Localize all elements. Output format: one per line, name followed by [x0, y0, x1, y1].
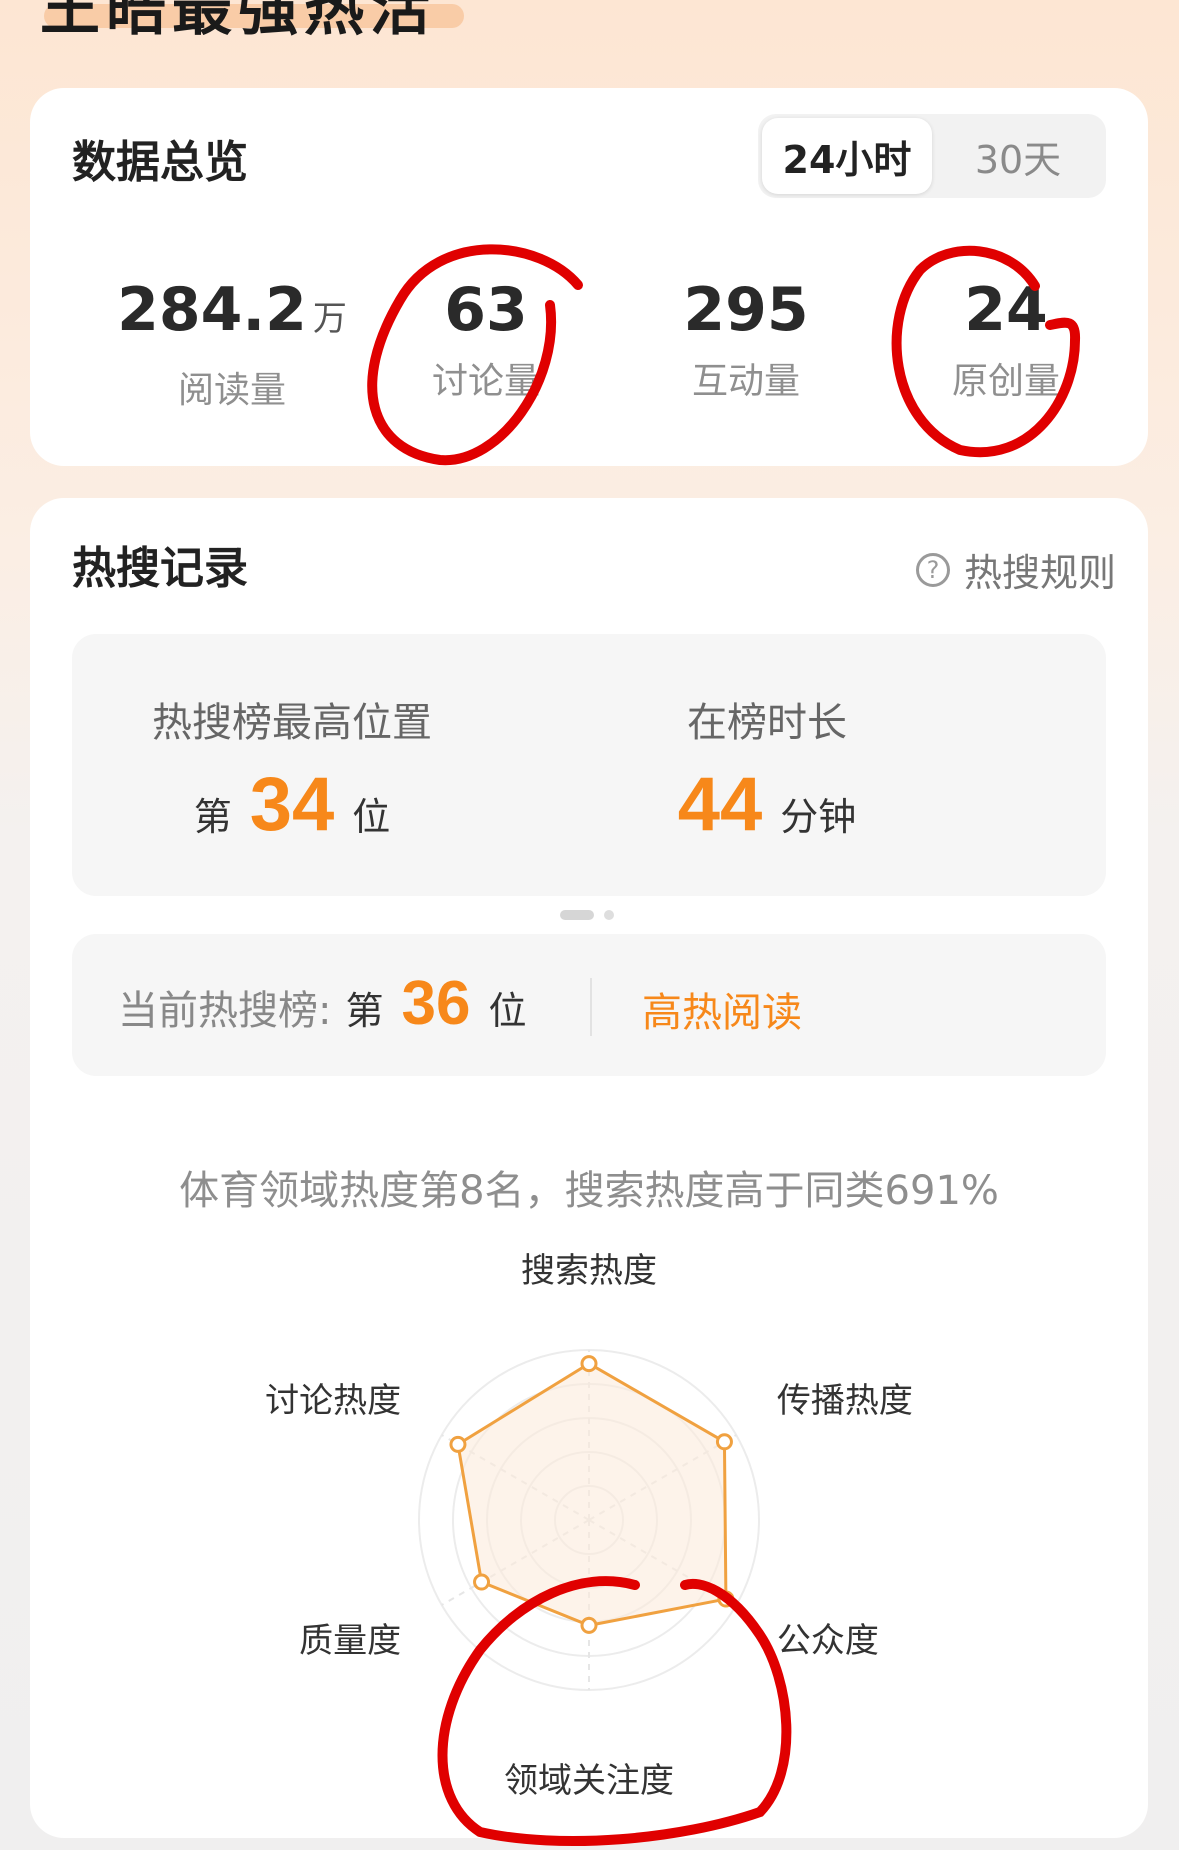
radar-axis-label: 讨论热度: [265, 1381, 401, 1421]
metric-label: 原创量: [951, 361, 1060, 402]
page-title: 王皓最强热活: [40, 0, 436, 44]
metric-label: 讨论量: [431, 361, 540, 402]
radar-area: [449, 1355, 735, 1634]
radar-axis-label: 质量度: [299, 1621, 401, 1661]
radar-point: [580, 1616, 598, 1634]
radar-point: [715, 1433, 733, 1451]
radar-point: [473, 1573, 491, 1591]
metric-value: 295: [683, 275, 809, 345]
radar-chart: 搜索热度传播热度公众度领域关注度 质量度 讨论热度: [265, 1251, 913, 1801]
metric-reads[interactable]: 284.2 万 阅读量: [102, 280, 362, 413]
radar-point: [449, 1435, 467, 1453]
radar-axis-label: 公众度: [777, 1621, 879, 1661]
radar-polygon: [456, 1361, 728, 1627]
metric-interactions[interactable]: 295 互动量: [616, 280, 876, 404]
metric-label: 互动量: [691, 361, 800, 402]
radar-point: [717, 1590, 735, 1608]
page-title-area: 王皓最强热活: [40, 0, 464, 44]
tab-30d[interactable]: 30天: [934, 118, 1102, 194]
period-toggle: 24小时 30天: [758, 114, 1106, 198]
metric-value: 63: [444, 275, 528, 345]
metric-value: 24: [964, 275, 1048, 345]
metric-label: 阅读量: [177, 370, 286, 411]
tab-24h[interactable]: 24小时: [762, 118, 932, 194]
overview-card: 数据总览 24小时 30天 284.2 万 阅读量 63 讨论量 295 互动量 …: [30, 88, 1148, 466]
metric-originals[interactable]: 24 原创量: [876, 280, 1136, 404]
radar-point: [580, 1355, 598, 1373]
metric-discussions[interactable]: 63 讨论量: [356, 280, 616, 404]
radar-axis-label: 领域关注度: [504, 1761, 674, 1801]
radar-axis-label: 搜索热度: [521, 1251, 657, 1291]
hot-search-card: 热搜记录 ? 热搜规则 热搜榜最高位置 第 34 位 在榜时长 44 分钟 当前…: [30, 498, 1148, 1838]
radar-axis-label: 传播热度: [777, 1381, 913, 1421]
metric-value: 284.2 万: [117, 275, 347, 345]
overview-title: 数据总览: [72, 137, 248, 188]
